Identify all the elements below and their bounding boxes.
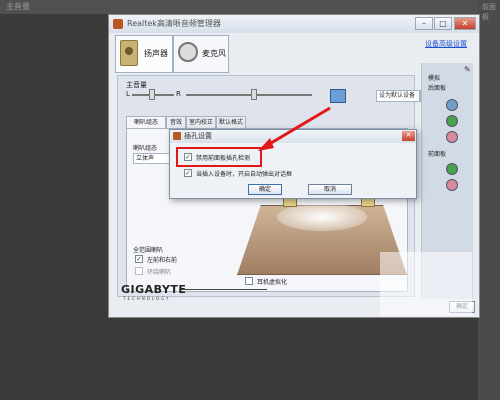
- logo-divider: [179, 289, 267, 290]
- front-green-jack-icon[interactable]: [446, 163, 458, 175]
- minimize-button[interactable]: –: [415, 17, 433, 30]
- window-titlebar[interactable]: Realtek高清晰音频管理器 – □ ✕: [109, 15, 479, 33]
- balance-slider-handle[interactable]: [149, 89, 155, 100]
- balance-right-label: R: [176, 90, 181, 98]
- surround-checkbox[interactable]: [135, 267, 143, 275]
- front-pink-jack-icon[interactable]: [446, 179, 458, 191]
- tab-speakers-label: 扬声器: [144, 49, 168, 58]
- advanced-device-settings-link[interactable]: 设备高级设置: [425, 39, 467, 49]
- close-button[interactable]: ✕: [454, 17, 476, 30]
- connector-settings-icon[interactable]: ✎: [464, 65, 471, 74]
- disable-front-panel-detection-checkbox[interactable]: ✓: [184, 153, 192, 161]
- green-jack-icon[interactable]: [446, 115, 458, 127]
- speaker-icon: [120, 40, 138, 66]
- speaker-config-label: 喇叭组态: [133, 145, 158, 152]
- background-right-text: 前面板: [482, 3, 496, 21]
- blue-jack-icon[interactable]: [446, 99, 458, 111]
- device-tabs: 扬声器 麦克风: [115, 35, 415, 75]
- dialog-close-button[interactable]: ✕: [402, 131, 415, 141]
- pink-jack-icon[interactable]: [446, 131, 458, 143]
- gigabyte-logo-subtitle: TECHNOLOGY: [123, 296, 171, 301]
- watermark-overlay: [380, 252, 472, 316]
- auto-popup-checkbox[interactable]: ✓: [184, 169, 192, 177]
- back-panel-label: 后面板: [428, 85, 447, 92]
- front-lr-label: 左前和右前: [147, 257, 178, 264]
- volume-slider-handle[interactable]: [251, 89, 257, 100]
- realtek-app-icon: [113, 19, 123, 29]
- headphone-virtualization-label: 耳机虚拟化: [257, 279, 288, 286]
- gigabyte-logo: GIGABYTE: [121, 283, 187, 296]
- dialog-title: 插孔设置: [184, 132, 212, 140]
- analog-label: 模拟: [428, 75, 441, 82]
- tab-sound-effects[interactable]: 音效: [166, 116, 186, 128]
- window-title: Realtek高清晰音频管理器: [127, 19, 221, 28]
- tab-microphone[interactable]: 麦克风: [173, 35, 229, 73]
- front-panel-label: 前面板: [428, 151, 447, 158]
- set-default-device-select[interactable]: 设为默认设备: [376, 90, 420, 102]
- balance-left-label: L: [126, 90, 130, 98]
- front-lr-checkbox[interactable]: ✓: [135, 255, 143, 263]
- jack-settings-dialog: 插孔设置 ✕ ✓ 禁用前面板插孔检测 ✓ 当插入设备时，开启自动弹出对话框 确定…: [169, 129, 417, 199]
- background-title: 主音量: [6, 2, 30, 11]
- maximize-button[interactable]: □: [434, 17, 452, 30]
- tab-room-correction[interactable]: 室内校正: [186, 116, 216, 128]
- surround-label: 环绕喇叭: [147, 269, 172, 276]
- tab-speaker-config[interactable]: 喇叭组态: [126, 116, 166, 128]
- listener-glow-graphic: [277, 203, 367, 231]
- headphone-virtualization-checkbox[interactable]: [245, 277, 253, 285]
- background-right-strip: 前面板: [478, 0, 500, 400]
- dialog-app-icon: [173, 132, 181, 140]
- dialog-titlebar[interactable]: 插孔设置 ✕: [170, 130, 416, 143]
- tab-default-format[interactable]: 默认格式: [216, 116, 246, 128]
- volume-slider-track[interactable]: [186, 94, 312, 96]
- background-window-strip: 主音量: [0, 0, 500, 14]
- auto-popup-label: 当插入设备时，开启自动弹出对话框: [196, 171, 293, 178]
- microphone-icon: [178, 42, 198, 62]
- main-volume-label: 主音量: [126, 81, 147, 89]
- tab-microphone-label: 麦克风: [202, 49, 226, 58]
- dialog-cancel-button[interactable]: 取消: [308, 184, 352, 195]
- dialog-ok-button[interactable]: 确定: [248, 184, 282, 195]
- full-range-speakers-label: 全范围喇叭: [133, 247, 164, 254]
- disable-front-panel-detection-label: 禁用前面板插孔检测: [196, 155, 251, 162]
- mute-speaker-icon[interactable]: [330, 89, 346, 103]
- tab-speakers[interactable]: 扬声器: [115, 35, 173, 73]
